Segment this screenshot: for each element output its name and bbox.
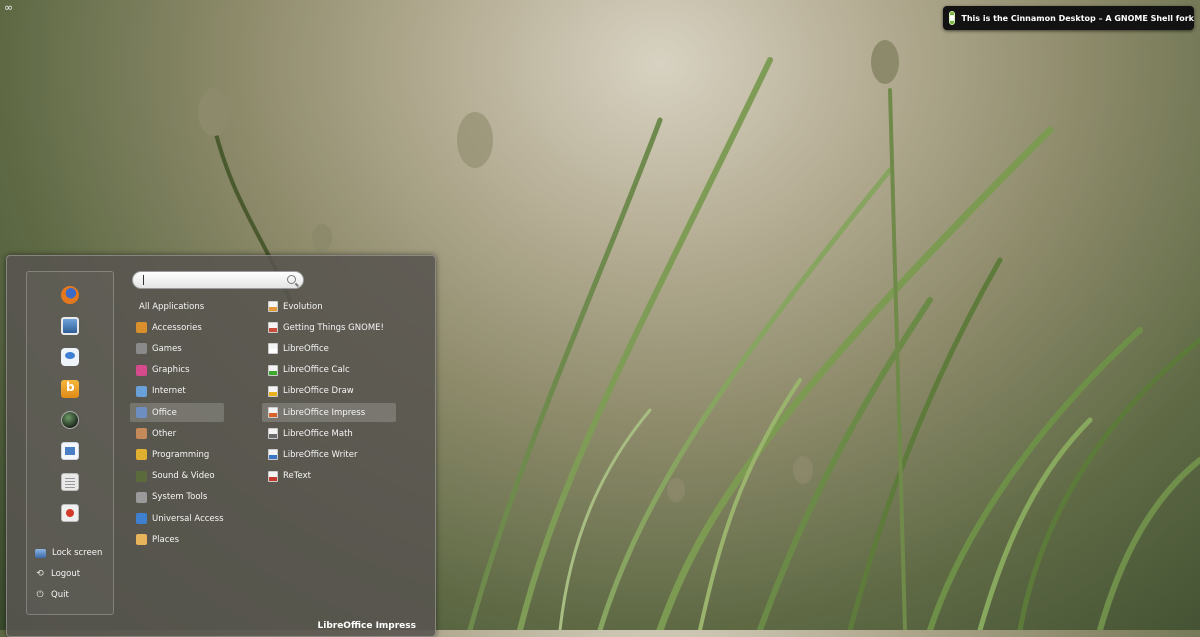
app-label: ReText (283, 471, 311, 482)
app-libreoffice-impress[interactable]: LibreOffice Impress (262, 403, 396, 422)
app-libreoffice-calc[interactable]: LibreOffice Calc (262, 361, 396, 380)
graphics-icon (136, 364, 147, 376)
internet-icon (136, 385, 147, 397)
banshee-icon[interactable] (61, 380, 79, 398)
retext-icon (268, 470, 278, 482)
app-label: Getting Things GNOME! (283, 322, 384, 333)
app-libreoffice[interactable]: LibreOffice (262, 339, 396, 358)
chat-icon[interactable] (61, 348, 79, 366)
programming-icon (136, 449, 147, 461)
libreoffice-draw-icon (268, 385, 278, 397)
lock-screen-icon (35, 548, 46, 558)
evolution-icon (268, 301, 278, 312)
libreoffice-writer-icon (268, 449, 278, 461)
category-universal-access[interactable]: Universal Access (130, 509, 224, 528)
category-other[interactable]: Other (130, 424, 224, 443)
category-label: Other (152, 428, 177, 439)
app-label: LibreOffice Calc (283, 365, 350, 376)
category-graphics[interactable]: Graphics (130, 361, 224, 380)
universal-access-icon (136, 513, 147, 524)
screenshot-icon[interactable] (61, 317, 79, 335)
notification-info-icon (949, 11, 956, 25)
search-input[interactable] (142, 277, 282, 292)
search-box[interactable] (132, 271, 304, 292)
category-sound-video[interactable]: Sound & Video (130, 467, 224, 486)
logout-label: Logout (51, 569, 81, 579)
application-menu: Lock screen ⟲ Logout ⏻ Quit All Applicat… (6, 255, 436, 637)
category-label: Office (152, 407, 177, 418)
gtg-icon (268, 322, 278, 334)
games-icon (136, 343, 147, 355)
app-label: LibreOffice Draw (283, 386, 354, 397)
category-label: Internet (152, 386, 186, 397)
office-icon (136, 407, 147, 418)
app-retext[interactable]: ReText (262, 467, 396, 486)
logout-icon: ⟲ (36, 569, 44, 579)
sound-video-icon (136, 470, 147, 482)
libreoffice-impress-icon (268, 407, 278, 418)
quit-label: Quit (51, 590, 69, 600)
system-tools-icon (136, 491, 147, 503)
libreoffice-icon (268, 343, 278, 355)
app-label: LibreOffice (283, 343, 329, 354)
notification-banner[interactable]: This is the Cinnamon Desktop – A GNOME S… (943, 6, 1194, 30)
category-internet[interactable]: Internet (130, 382, 224, 401)
lock-screen-label: Lock screen (52, 548, 103, 558)
record-icon[interactable] (61, 504, 79, 522)
libreoffice-writer-icon[interactable] (61, 442, 79, 460)
category-games[interactable]: Games (130, 339, 224, 358)
category-system-tools[interactable]: System Tools (130, 488, 224, 507)
app-libreoffice-math[interactable]: LibreOffice Math (262, 424, 396, 443)
category-label: Sound & Video (152, 471, 215, 482)
category-label: Programming (152, 449, 210, 460)
document-icon[interactable] (61, 473, 79, 491)
accessories-icon (136, 322, 147, 334)
app-libreoffice-writer[interactable]: LibreOffice Writer (262, 445, 396, 464)
app-label: LibreOffice Math (283, 428, 353, 439)
category-label: Places (152, 534, 180, 545)
category-label: System Tools (152, 492, 208, 503)
category-label: Accessories (152, 322, 202, 333)
category-programming[interactable]: Programming (130, 445, 224, 464)
logout-button[interactable]: ⟲ Logout (35, 567, 80, 581)
places-icon (136, 534, 147, 546)
app-label: Evolution (283, 301, 323, 312)
category-accessories[interactable]: Accessories (130, 318, 224, 337)
firefox-icon[interactable] (61, 286, 79, 304)
app-label: LibreOffice Writer (283, 449, 358, 460)
category-label: Universal Access (152, 513, 224, 524)
globe-icon[interactable] (61, 411, 79, 429)
category-places[interactable]: Places (130, 530, 224, 549)
app-libreoffice-draw[interactable]: LibreOffice Draw (262, 382, 396, 401)
favorites-panel: Lock screen ⟲ Logout ⏻ Quit (26, 271, 114, 615)
quit-button[interactable]: ⏻ Quit (35, 588, 69, 602)
search-icon[interactable] (287, 275, 296, 284)
power-icon: ⏻ (36, 590, 44, 600)
category-office[interactable]: Office (130, 403, 224, 422)
notification-text: This is the Cinnamon Desktop – A GNOME S… (961, 13, 1194, 23)
category-label: Games (152, 343, 182, 354)
category-label: Graphics (152, 365, 190, 376)
libreoffice-calc-icon (268, 364, 278, 376)
libreoffice-math-icon (268, 428, 278, 440)
link-icon[interactable]: ∞ (4, 2, 18, 13)
category-all-applications[interactable]: All Applications (130, 297, 224, 316)
lock-screen-button[interactable]: Lock screen (35, 546, 102, 560)
text-cursor (143, 275, 144, 285)
app-evolution[interactable]: Evolution (262, 297, 396, 316)
other-icon (136, 428, 147, 440)
app-label: LibreOffice Impress (283, 407, 366, 418)
category-label: All Applications (139, 301, 205, 312)
app-getting-things-gnome-[interactable]: Getting Things GNOME! (262, 318, 396, 337)
